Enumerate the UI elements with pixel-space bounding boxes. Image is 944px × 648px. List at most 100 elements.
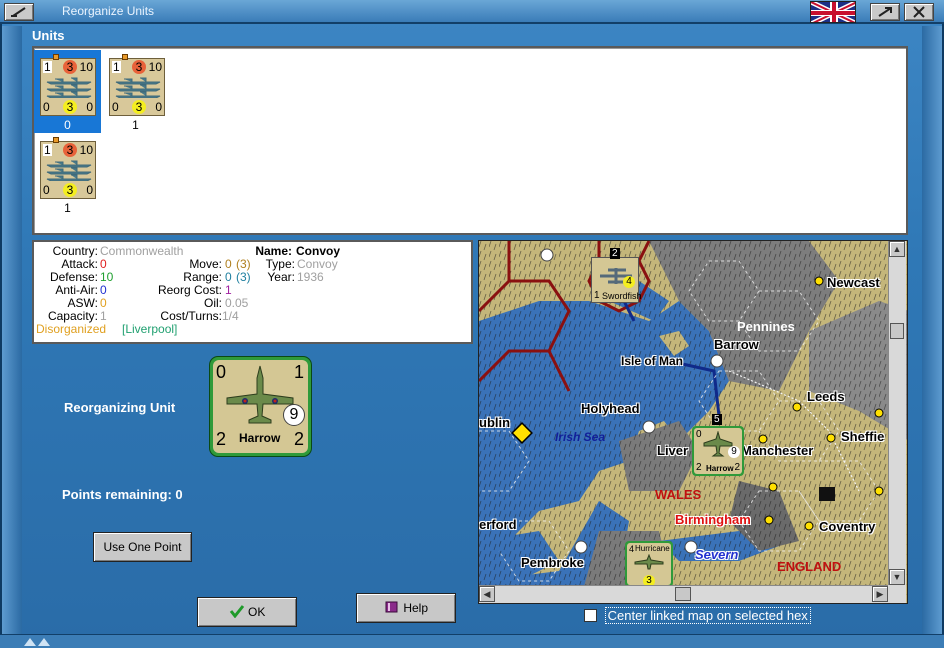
scroll-left-button[interactable]: ◀: [479, 586, 495, 602]
unit-counter[interactable]: 1 3 10 0 3 0: [40, 54, 96, 116]
map-label-liverpool: Liver: [657, 443, 689, 458]
maximize-arrow-icon: [878, 7, 892, 17]
unit-info-panel: Country: Commonwealth Attack: 0 Defense:…: [32, 240, 473, 344]
center-linked-map-option[interactable]: Center linked map on selected hex: [584, 607, 811, 624]
points-remaining-label: Points remaining:: [62, 487, 172, 502]
ok-button[interactable]: OK: [197, 597, 297, 627]
counter-defense-value: 10: [79, 143, 93, 157]
counter-move-value: 0: [112, 100, 119, 114]
swordfish-stack-count: 2: [610, 248, 620, 259]
map-label-england: ENGLAND: [777, 559, 842, 574]
map-label-severn: Severn: [695, 547, 739, 562]
location-value: [Liverpool]: [122, 322, 178, 336]
harrow-tl: 0: [696, 429, 702, 440]
map-label-holyhead: Holyhead: [581, 401, 640, 416]
scroll-right-button[interactable]: ▶: [872, 586, 888, 602]
scroll-down-button[interactable]: ▼: [889, 569, 905, 585]
unit-marker-icon: [122, 54, 128, 60]
left-border: [2, 26, 22, 636]
counter-strength-value: 3: [63, 143, 77, 157]
counter-range-value: 3: [63, 183, 77, 197]
counter-strength-value: 3: [63, 60, 77, 74]
harrow-stack-count: 5: [712, 414, 722, 425]
close-button[interactable]: [904, 3, 934, 21]
counter-defense-value: 10: [79, 60, 93, 74]
fighter-plane-icon: [634, 554, 664, 570]
minimize-arrow-icon: [11, 7, 26, 17]
scroll-up-button[interactable]: ▲: [889, 241, 905, 257]
counter-badge: 9: [283, 404, 305, 426]
title-bar: Reorganize Units: [0, 0, 944, 24]
map-label-dublin: ublin: [479, 415, 511, 430]
maximize-button[interactable]: [870, 3, 900, 21]
use-one-point-label: Use One Point: [103, 540, 182, 554]
map-label-barrow: Barrow: [714, 337, 759, 352]
horizontal-scroll-thumb[interactable]: [675, 587, 691, 601]
counter-asw-value: 0: [86, 100, 93, 114]
unit-marker-icon: [53, 137, 59, 143]
status-value: Disorganized: [36, 322, 107, 336]
map-label-wales: WALES: [655, 487, 702, 502]
counter-move-value: 0: [43, 100, 50, 114]
map-label-pembroke: Pembroke: [521, 555, 584, 570]
swordfish-value: 4: [623, 276, 635, 288]
convoy-ships-icon: [46, 77, 92, 98]
help-button[interactable]: Help: [356, 593, 456, 623]
unit-caption: 0: [64, 118, 71, 132]
map-unit-harrow[interactable]: 5 0 9 2 Harrow 2: [692, 414, 744, 476]
center-linked-map-label: Center linked map on selected hex: [604, 607, 811, 624]
use-one-point-button[interactable]: Use One Point: [93, 532, 192, 562]
map-label-pennines: Pennines: [737, 319, 795, 334]
unit-counter[interactable]: 1 3 10 0 3 0: [40, 137, 96, 199]
harrow-name: Harrow: [706, 464, 734, 473]
map-unit-hurricane[interactable]: 4 Hurricane 3: [625, 541, 673, 587]
country-value: Commonwealth: [100, 244, 184, 258]
swordfish-bl: 1: [594, 290, 600, 301]
cost-turns-label: Cost/Turns:: [160, 309, 222, 323]
counter-attack-value: 1: [43, 143, 52, 157]
counter-asw-value: 0: [86, 183, 93, 197]
help-label: Help: [403, 601, 429, 615]
counter-attack-value: 1: [43, 60, 52, 74]
counter-strength-value: 3: [132, 60, 146, 74]
unit-caption: 1: [64, 201, 71, 215]
points-remaining: Points remaining: 0: [62, 487, 183, 502]
convoy-ships-icon: [46, 160, 92, 181]
uk-flag-icon: [810, 1, 856, 23]
harrow-bl: 2: [696, 462, 702, 473]
counter-top-right: 1: [293, 362, 304, 382]
linked-map[interactable]: Newcast Pennines Barrow Isle of Man Leed…: [478, 240, 908, 604]
center-linked-map-checkbox[interactable]: [584, 609, 597, 622]
unit-counter[interactable]: 1 3 10 0 3 0: [109, 54, 165, 116]
ok-label: OK: [248, 605, 266, 619]
window-title: Reorganize Units: [62, 4, 155, 18]
map-vertical-scrollbar[interactable]: ▲ ▼: [888, 241, 906, 585]
map-unit-swordfish[interactable]: 2 4 1 Swordfish: [591, 248, 642, 303]
unit-caption: 1: [132, 118, 139, 132]
map-label-sheffield: Sheffie: [841, 429, 885, 444]
reorganizing-unit-label: Reorganizing Unit: [64, 400, 176, 415]
reorganizing-unit-counter: 0 1 9 2 Harrow 2: [210, 357, 311, 456]
checkmark-icon: [229, 605, 244, 619]
hurricane-top: 4: [629, 544, 635, 554]
map-label-irish-sea: Irish Sea: [555, 430, 606, 444]
year-label: Year:: [267, 270, 295, 284]
swordfish-name: Swordfish: [602, 291, 642, 301]
map-label-newcastle: Newcast: [827, 275, 880, 290]
map-label-manchester: Manchester: [741, 443, 814, 458]
map-label-wexford: erford: [479, 517, 517, 532]
system-menu-button[interactable]: [4, 3, 34, 21]
close-icon: [913, 6, 925, 18]
scroll-corner: [888, 585, 906, 603]
counter-bottom-left: 2: [216, 429, 227, 449]
map-horizontal-scrollbar[interactable]: ◀ ▶: [479, 585, 888, 603]
harrow-badge: 9: [728, 446, 740, 458]
map-label-leeds: Leeds: [807, 389, 845, 404]
vertical-scroll-thumb[interactable]: [890, 323, 904, 339]
counter-move-value: 0: [43, 183, 50, 197]
counter-asw-value: 0: [155, 100, 162, 114]
counter-range-value: 3: [132, 100, 146, 114]
counter-unit-name: Harrow: [239, 431, 281, 445]
unit-marker-icon: [53, 54, 59, 60]
map-label-coventry: Coventry: [819, 519, 876, 534]
